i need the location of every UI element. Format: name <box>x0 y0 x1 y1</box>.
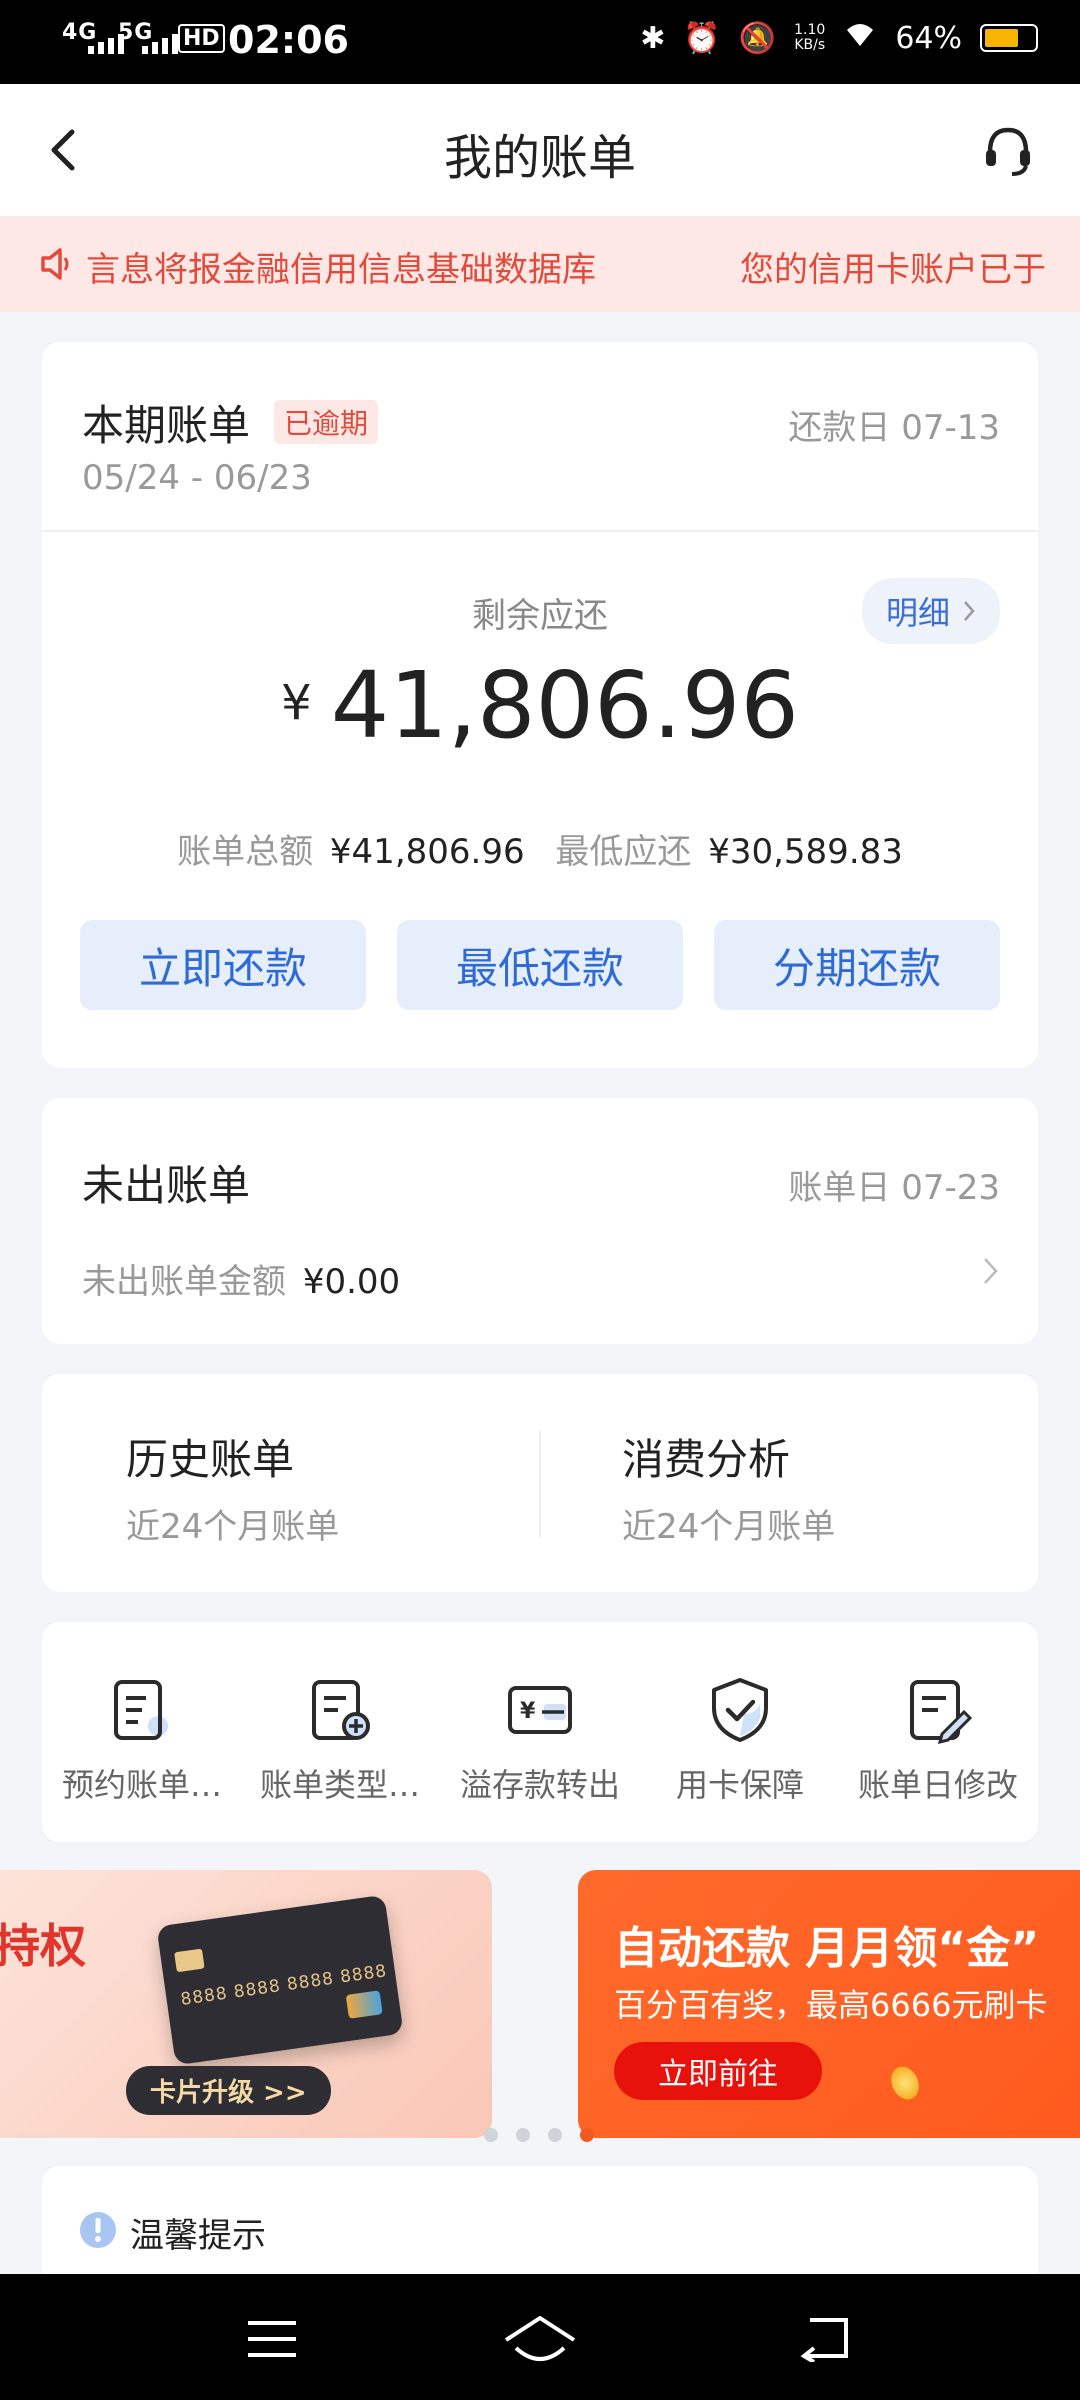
chevron-right-icon <box>964 601 975 621</box>
svg-text:¥: ¥ <box>520 1699 536 1724</box>
page-title: 我的账单 <box>443 130 636 186</box>
total-label: 账单总额 <box>177 832 314 872</box>
banner-card-upgrade[interactable]: 持权 8888 8888 8888 8888 卡片升级 >> <box>0 1870 492 2138</box>
status-right-group: ✱ ⏰ 🔕 1.10 KB/s 64% <box>640 20 1038 56</box>
detail-button[interactable]: 明细 <box>861 578 1000 644</box>
customer-service-button[interactable] <box>980 122 1036 182</box>
battery-percent: 64% <box>895 20 962 56</box>
carousel-dot <box>516 2128 530 2142</box>
carousel-dot <box>484 2128 498 2142</box>
remaining-amount: ¥ 41,806.96 <box>42 652 1038 759</box>
quick-action-label: 用卡保障 <box>675 1766 804 1804</box>
repay-min-button[interactable]: 最低还款 <box>397 920 683 1010</box>
notice-text-2: 您的信用卡账户已于 <box>740 250 1046 290</box>
banner-auto-repay[interactable]: 自动还款 月月领“金” 百分百有奖，最高6666元刷卡 立即前往 <box>578 1870 1080 2138</box>
bill-day-edit-icon <box>910 1680 973 1745</box>
banner-right-title: 自动还款 月月领“金” <box>614 1923 1040 1974</box>
alarm-icon: ⏰ <box>683 20 721 56</box>
current-bill-title: 本期账单 <box>82 401 251 450</box>
nav-header: 我的账单 <box>0 84 1080 216</box>
quick-action-bill-type[interactable]: 账单类型… <box>240 1674 440 1806</box>
banner-right-sub: 百分百有奖，最高6666元刷卡 <box>614 1986 1048 2024</box>
history-title: 历史账单 <box>126 1435 295 1484</box>
repay-installment-button[interactable]: 分期还款 <box>714 920 1000 1010</box>
divider <box>42 530 1038 532</box>
bill-day: 账单日 07-23 <box>788 1168 1000 1208</box>
unbilled-card[interactable]: 未出账单 账单日 07-23 未出账单金额 ¥0.00 <box>42 1098 1038 1344</box>
tips-title: 温馨提示 <box>130 2216 266 2256</box>
card-upgrade-button[interactable]: 卡片升级 >> <box>126 2066 331 2115</box>
quick-action-label: 预约账单… <box>61 1766 222 1804</box>
quick-action-bill-day-edit[interactable]: 账单日修改 <box>838 1674 1038 1806</box>
unbilled-title: 未出账单 <box>82 1161 251 1210</box>
overdue-badge: 已逾期 <box>274 400 379 444</box>
notice-text-1: 言息将报金融信用信息基础数据库 <box>86 250 596 290</box>
amount-value: 41,806.96 <box>330 652 799 759</box>
hd-indicator: HD <box>178 24 225 53</box>
unbilled-amount-label: 未出账单金额 <box>82 1262 286 1302</box>
repay-day: 还款日 07-13 <box>788 408 1000 448</box>
go-now-button[interactable]: 立即前往 <box>614 2042 822 2100</box>
bill-period: 05/24 - 06/23 <box>82 458 312 498</box>
headset-icon <box>986 127 1030 176</box>
total-value: ¥41,806.96 <box>329 832 525 872</box>
card-chip-icon <box>174 1948 205 1973</box>
info-icon <box>80 2212 116 2248</box>
quick-action-overpayment-transfer[interactable]: ¥ 溢存款转出 <box>440 1674 640 1806</box>
network-speed: 1.10 KB/s <box>794 22 826 53</box>
spending-analysis-entry[interactable]: 消费分析 近24个月账单 <box>622 1426 835 1548</box>
menu-icon[interactable] <box>244 2318 300 2360</box>
quick-action-reserve-bill[interactable]: 预约账单… <box>42 1674 242 1806</box>
unbilled-amount-value: ¥0.00 <box>302 1262 401 1302</box>
credit-card-image: 8888 8888 8888 8888 <box>156 1894 404 2066</box>
detail-label: 明细 <box>885 594 950 632</box>
banner-left-title: 持权 <box>0 1919 86 1973</box>
quick-actions-card: 预约账单… 账单类型… ¥ 溢存款转出 用卡保障 账单日修改 <box>42 1622 1038 1842</box>
quick-action-label: 溢存款转出 <box>459 1766 620 1804</box>
carousel-dot <box>548 2128 562 2142</box>
min-label: 最低应还 <box>555 832 692 872</box>
reserve-bill-icon <box>114 1680 168 1740</box>
card-logo-icon <box>345 1990 383 2019</box>
signal-5g-icon <box>142 34 178 54</box>
status-bar: 4G 5G HD 02:06 ✱ ⏰ 🔕 1.10 KB/s 64% <box>0 0 1080 84</box>
quick-action-label: 账单日修改 <box>857 1766 1018 1804</box>
quick-action-label: 账单类型… <box>259 1766 420 1804</box>
battery-icon <box>980 24 1038 52</box>
unbilled-amount: 未出账单金额 ¥0.00 <box>82 1254 400 1303</box>
currency-symbol: ¥ <box>281 675 312 731</box>
wifi-icon <box>843 20 877 56</box>
min-value: ¥30,589.83 <box>708 832 903 872</box>
current-bill-card: 本期账单 已逾期 还款日 07-13 05/24 - 06/23 剩余应还 明细… <box>42 342 1038 1068</box>
bill-summary: 账单总额 ¥41,806.96 最低应还 ¥30,589.83 <box>42 824 1038 873</box>
analysis-title: 消费分析 <box>622 1435 791 1484</box>
notice-marquee[interactable]: 言息将报金融信用信息基础数据库 您的信用卡账户已于 <box>0 216 1080 312</box>
bluetooth-icon: ✱ <box>640 20 666 56</box>
vertical-divider <box>539 1430 541 1538</box>
clock: 02:06 <box>228 18 349 62</box>
analysis-sub: 近24个月账单 <box>622 1507 836 1547</box>
quick-action-card-protection[interactable]: 用卡保障 <box>640 1674 840 1806</box>
history-sub: 近24个月账单 <box>126 1507 340 1547</box>
repay-now-button[interactable]: 立即还款 <box>80 920 366 1010</box>
card-protection-icon <box>712 1678 768 1742</box>
carousel-dot-active <box>580 2128 594 2142</box>
speaker-icon <box>41 248 69 280</box>
overpayment-transfer-icon: ¥ <box>508 1686 572 1734</box>
mute-icon: 🔕 <box>738 20 777 56</box>
home-icon[interactable] <box>502 2312 578 2366</box>
back-nav-icon[interactable] <box>796 2314 852 2362</box>
bill-type-icon <box>312 1680 370 1740</box>
system-nav-bar <box>0 2274 1080 2400</box>
gold-coin-icon <box>886 2062 924 2104</box>
history-bill-entry[interactable]: 历史账单 近24个月账单 <box>126 1426 339 1548</box>
chevron-right-icon <box>984 1258 998 1284</box>
history-analysis-card: 历史账单 近24个月账单 消费分析 近24个月账单 <box>42 1374 1038 1592</box>
